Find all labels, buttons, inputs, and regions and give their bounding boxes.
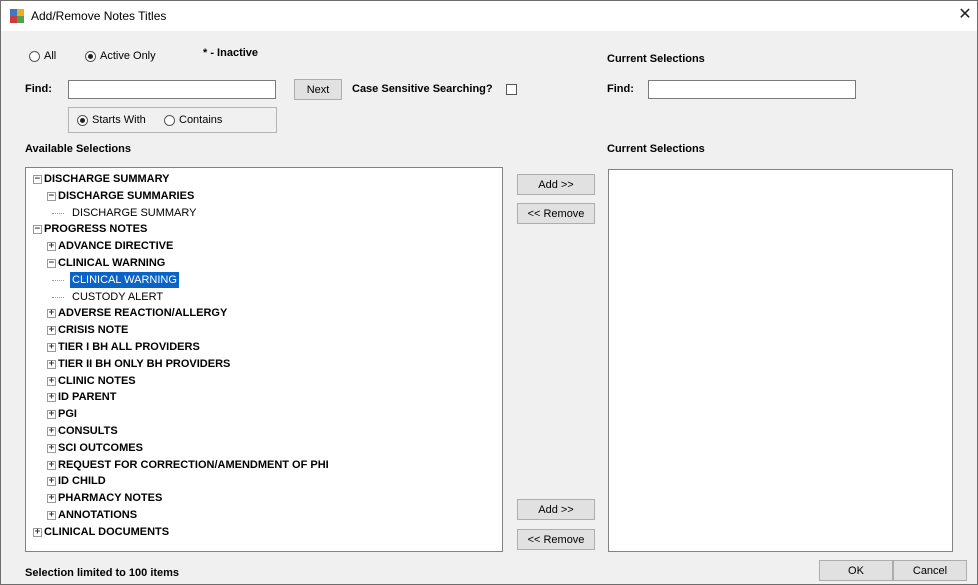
tree-node-label: CLINIC NOTES xyxy=(58,374,136,387)
case-sensitive-label: Case Sensitive Searching? xyxy=(352,83,493,95)
tree-node-label: ID PARENT xyxy=(58,391,117,404)
tree-node-label: SCI OUTCOMES xyxy=(58,441,143,454)
tree-node[interactable]: + TIER II BH ONLY BH PROVIDERS xyxy=(26,356,496,372)
tree-node[interactable]: CLINICAL WARNING xyxy=(26,270,496,289)
tree-node-label: CLINICAL WARNING xyxy=(69,270,180,289)
expand-icon[interactable]: + xyxy=(47,326,56,336)
current-find-label: Find: xyxy=(607,83,634,95)
tree-node-label: ANNOTATIONS xyxy=(58,509,138,521)
window-title: Add/Remove Notes Titles xyxy=(31,9,167,23)
inactive-legend: * - Inactive xyxy=(203,47,259,59)
expand-icon[interactable]: + xyxy=(47,494,56,504)
tree-node[interactable]: + ADVANCE DIRECTIVE xyxy=(26,238,496,254)
tree-connector xyxy=(52,296,64,298)
tree-node[interactable]: − DISCHARGE SUMMARY xyxy=(26,171,496,187)
dialog-window: Add/Remove Notes Titles ✕ All Active Onl… xyxy=(0,0,978,585)
tree-node[interactable]: + ANNOTATIONS xyxy=(26,507,496,523)
case-sensitive-checkbox[interactable] xyxy=(506,84,517,95)
tree-node[interactable]: + ID PARENT xyxy=(26,389,496,405)
tree-node[interactable]: + TIER I BH ALL PROVIDERS xyxy=(26,339,496,355)
next-button[interactable]: Next xyxy=(294,79,342,100)
contains-label: Contains xyxy=(179,114,223,126)
tree-node[interactable]: − PROGRESS NOTES xyxy=(26,221,496,237)
current-selections-list-header: Current Selections xyxy=(607,143,705,155)
tree-node-label: ADVERSE REACTION/ALLERGY xyxy=(58,307,228,320)
tree-node[interactable]: − DISCHARGE SUMMARIES xyxy=(26,188,496,204)
tree-node[interactable]: + CRISIS NOTE xyxy=(26,322,496,338)
contains-radio[interactable] xyxy=(164,115,175,126)
all-radio[interactable] xyxy=(29,51,40,62)
remove-button-bottom[interactable]: << Remove xyxy=(517,529,595,550)
tree-node-label: CLINICAL WARNING xyxy=(58,257,166,269)
find-label: Find: xyxy=(25,83,52,95)
title-bar: Add/Remove Notes Titles ✕ xyxy=(1,1,977,31)
tree-node-label: DISCHARGE SUMMARY xyxy=(44,173,170,185)
all-radio-label: All xyxy=(44,50,57,62)
add-button[interactable]: Add >> xyxy=(517,174,595,195)
tree-node-label: REQUEST FOR CORRECTION/AMENDMENT OF PHI xyxy=(58,458,329,471)
tree-connector xyxy=(52,212,64,214)
tree-node-label: CUSTODY ALERT xyxy=(72,290,164,303)
collapse-icon[interactable]: − xyxy=(47,191,56,201)
app-icon xyxy=(10,9,24,23)
tree-node-label: PGI xyxy=(58,408,77,421)
expand-icon[interactable]: + xyxy=(47,477,56,487)
expand-icon[interactable]: + xyxy=(47,511,56,520)
collapse-icon[interactable]: − xyxy=(47,259,56,268)
tree-node[interactable]: + PHARMACY NOTES xyxy=(26,490,496,506)
add-button-bottom[interactable]: Add >> xyxy=(517,499,595,520)
expand-icon[interactable]: + xyxy=(47,242,56,252)
current-selections-header: Current Selections xyxy=(607,53,705,65)
tree-node-label: PHARMACY NOTES xyxy=(58,492,163,505)
active-only-label: Active Only xyxy=(100,50,156,62)
expand-icon[interactable]: + xyxy=(47,393,56,403)
tree-node[interactable]: + PGI xyxy=(26,406,496,422)
tree-node[interactable]: DISCHARGE SUMMARY xyxy=(26,205,496,221)
tree-node[interactable]: + CLINIC NOTES xyxy=(26,373,496,389)
tree-node-label: ADVANCE DIRECTIVE xyxy=(58,240,174,253)
tree-connector xyxy=(52,279,64,281)
ok-button[interactable]: OK xyxy=(819,560,893,581)
active-only-radio[interactable] xyxy=(85,51,96,62)
starts-with-label: Starts With xyxy=(92,114,146,126)
cancel-button[interactable]: Cancel xyxy=(893,560,967,581)
tree-node[interactable]: + CLINICAL DOCUMENTS xyxy=(26,524,496,540)
tree-node-label: DISCHARGE SUMMARY xyxy=(72,206,197,219)
current-selections-list[interactable] xyxy=(608,169,953,552)
tree-node-label: ID CHILD xyxy=(58,475,106,488)
expand-icon[interactable]: + xyxy=(47,410,56,420)
collapse-icon[interactable]: − xyxy=(33,225,42,235)
tree-node[interactable]: + ID CHILD xyxy=(26,473,496,489)
expand-icon[interactable]: + xyxy=(47,376,56,386)
remove-button[interactable]: << Remove xyxy=(517,203,595,224)
tree-node-label: CONSULTS xyxy=(58,425,118,437)
expand-icon[interactable]: + xyxy=(47,309,56,319)
tree-node[interactable]: − CLINICAL WARNING xyxy=(26,255,496,271)
available-selections-tree[interactable]: − DISCHARGE SUMMARY − DISCHARGE SUMMARIES DI… xyxy=(25,167,503,552)
tree-node-label: TIER II BH ONLY BH PROVIDERS xyxy=(58,357,231,370)
expand-icon[interactable]: + xyxy=(47,427,56,436)
tree-node[interactable]: + REQUEST FOR CORRECTION/AMENDMENT OF PHI xyxy=(26,457,496,473)
tree-node-label: CRISIS NOTE xyxy=(58,324,129,337)
available-selections-header: Available Selections xyxy=(25,143,131,155)
tree-node-label: DISCHARGE SUMMARIES xyxy=(58,189,195,202)
expand-icon[interactable]: + xyxy=(47,460,56,470)
selection-limit-text: Selection limited to 100 items xyxy=(25,567,180,579)
tree-node[interactable]: + ADVERSE REACTION/ALLERGY xyxy=(26,305,496,321)
tree-node[interactable]: CUSTODY ALERT xyxy=(26,289,496,305)
current-find-input[interactable] xyxy=(648,80,856,99)
find-input[interactable] xyxy=(68,80,276,99)
tree-node-label: TIER I BH ALL PROVIDERS xyxy=(58,341,200,353)
tree-node-label: CLINICAL DOCUMENTS xyxy=(44,525,170,538)
tree-node-label: PROGRESS NOTES xyxy=(44,223,148,236)
close-icon[interactable]: ✕ xyxy=(955,5,975,25)
expand-icon[interactable]: + xyxy=(47,443,56,453)
expand-icon[interactable]: + xyxy=(47,359,56,369)
tree-node[interactable]: + SCI OUTCOMES xyxy=(26,440,496,456)
expand-icon[interactable]: + xyxy=(47,343,56,352)
collapse-icon[interactable]: − xyxy=(33,175,42,184)
expand-icon[interactable]: + xyxy=(33,527,42,537)
tree-node[interactable]: + CONSULTS xyxy=(26,423,496,439)
starts-with-radio[interactable] xyxy=(77,115,88,126)
